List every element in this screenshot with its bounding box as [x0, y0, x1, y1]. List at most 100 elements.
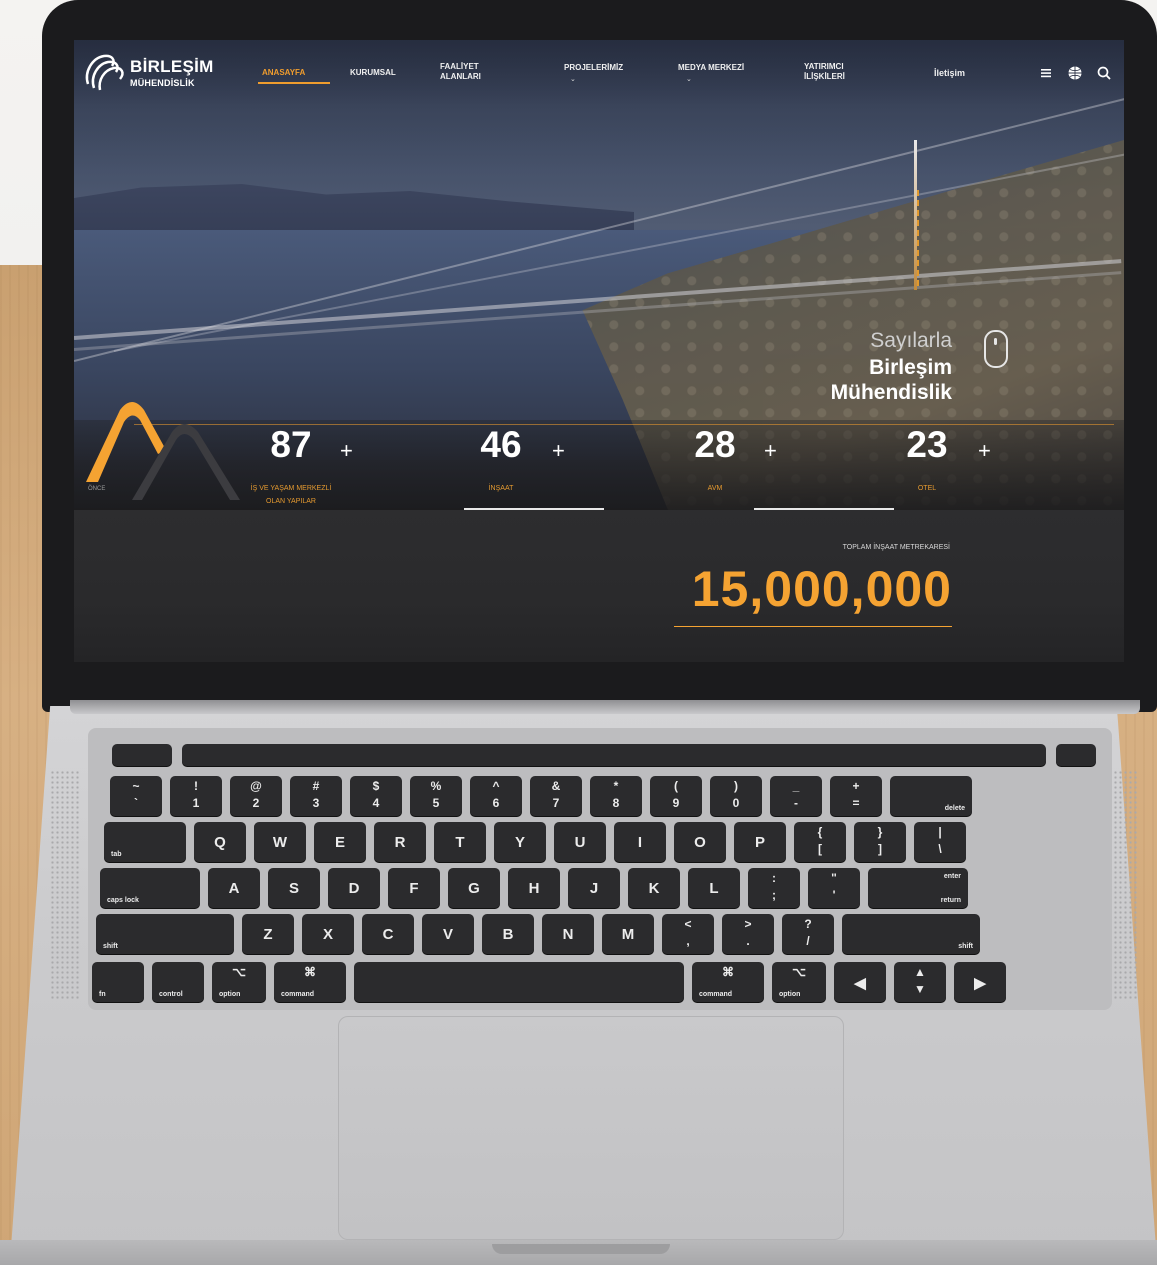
- key-escape[interactable]: [112, 744, 172, 766]
- stats-prev-label[interactable]: ÖNCE: [88, 486, 105, 492]
- keyboard-key[interactable]: " ': [808, 868, 860, 908]
- keyboard-key[interactable]: + =: [830, 776, 882, 816]
- keyboard-key[interactable]: ⌥ option: [212, 962, 266, 1002]
- keyboard-key[interactable]: ? /: [782, 914, 834, 954]
- hero-heading: Sayılarla Birleşim Mühendislik: [831, 328, 952, 404]
- key-label: option: [219, 991, 241, 998]
- touch-bar[interactable]: [182, 744, 1046, 766]
- keyboard-key[interactable]: >.: [722, 914, 774, 954]
- key-label: option: [779, 991, 801, 998]
- keyboard-key[interactable]: ▲ ▼: [894, 962, 946, 1002]
- keyboard-key[interactable]: B: [482, 914, 534, 954]
- keyboard-key[interactable]: I: [614, 822, 666, 862]
- keyboard-key[interactable]: :;: [748, 868, 800, 908]
- keyboard-key[interactable]: F: [388, 868, 440, 908]
- keyboard-key[interactable]: J: [568, 868, 620, 908]
- key-label: ': [832, 888, 836, 902]
- keyboard-key[interactable]: G: [448, 868, 500, 908]
- site-logo[interactable]: BİRLEŞİM MÜHENDİSLİK: [82, 48, 222, 98]
- keyboard-key[interactable]: A: [208, 868, 260, 908]
- key-label: 4: [372, 796, 380, 810]
- key-label: enter: [943, 873, 961, 880]
- keyboard-key[interactable]: V: [422, 914, 474, 954]
- keyboard-key[interactable]: Y: [494, 822, 546, 862]
- keyboard-key[interactable]: <,: [662, 914, 714, 954]
- keyboard-key[interactable]: (9: [650, 776, 702, 816]
- keyboard-key[interactable]: L: [688, 868, 740, 908]
- keyboard-key[interactable]: O: [674, 822, 726, 862]
- keyboard-key[interactable]: control: [152, 962, 204, 1002]
- key-label: A: [228, 880, 240, 897]
- nav-kurumsal[interactable]: KURUMSAL: [350, 68, 396, 78]
- keyboard-key[interactable]: C: [362, 914, 414, 954]
- keyboard-key[interactable]: fn: [92, 962, 144, 1002]
- keyboard-key[interactable]: ◀: [834, 962, 886, 1002]
- key-label: 9: [672, 796, 680, 810]
- key-label: ▼: [914, 982, 926, 996]
- keyboard-key[interactable]: ^ 6: [470, 776, 522, 816]
- trackpad[interactable]: [338, 1016, 844, 1240]
- keyboard-key[interactable]: #3: [290, 776, 342, 816]
- keyboard-key[interactable]: T: [434, 822, 486, 862]
- keyboard-key[interactable]: shift: [842, 914, 980, 954]
- speaker-grille: [50, 770, 80, 1000]
- keyboard-key[interactable]: M: [602, 914, 654, 954]
- keyboard-key[interactable]: return enter: [868, 868, 968, 908]
- keyboard-key[interactable]: N: [542, 914, 594, 954]
- keyboard-key[interactable]: $4: [350, 776, 402, 816]
- keyboard-key[interactable]: K: [628, 868, 680, 908]
- keyboard-key[interactable]: ~ `: [110, 776, 162, 816]
- key-touch-id[interactable]: [1056, 744, 1096, 766]
- keyboard-key[interactable]: caps lock: [100, 868, 200, 908]
- nav-anasayfa[interactable]: ANASAYFA: [262, 68, 305, 78]
- keyboard-key[interactable]: ⌘ command: [692, 962, 764, 1002]
- keyboard-key[interactable]: X: [302, 914, 354, 954]
- chevron-down-icon: ⌄: [570, 75, 576, 83]
- keyboard-key[interactable]: shift: [96, 914, 234, 954]
- keyboard-key[interactable]: * 8: [590, 776, 642, 816]
- nav-projelerimiz[interactable]: PROJELERİMİZ: [564, 63, 623, 73]
- stat-item: 46 + İNŞAAT: [416, 424, 586, 492]
- keyboard-key[interactable]: ! 1: [170, 776, 222, 816]
- keyboard-key[interactable]: H: [508, 868, 560, 908]
- globe-icon[interactable]: [1067, 65, 1083, 81]
- keyboard-key[interactable]: @2: [230, 776, 282, 816]
- keyboard-key[interactable]: ) 0: [710, 776, 762, 816]
- logo-subtitle: MÜHENDİSLİK: [130, 78, 195, 88]
- keyboard-key[interactable]: ⌥ option: [772, 962, 826, 1002]
- scroll-mouse-icon[interactable]: [984, 330, 1008, 368]
- nav-faaliyet-alanlari[interactable]: FAALİYET ALANLARI: [440, 62, 481, 82]
- keyboard-key[interactable]: tab: [104, 822, 186, 862]
- keyboard-key[interactable]: {[: [794, 822, 846, 862]
- nav-medya-merkezi[interactable]: MEDYA MERKEZİ: [678, 63, 744, 73]
- keyboard-key[interactable]: P: [734, 822, 786, 862]
- key-label: P: [754, 834, 765, 851]
- keyboard-key[interactable]: _ -: [770, 776, 822, 816]
- keyboard-key[interactable]: R: [374, 822, 426, 862]
- logo-mark-icon: [85, 54, 124, 91]
- keyboard-key[interactable]: U: [554, 822, 606, 862]
- keyboard-key[interactable]: D: [328, 868, 380, 908]
- keyboard-key[interactable]: E: [314, 822, 366, 862]
- keyboard-key[interactable]: [354, 962, 684, 1002]
- keyboard-key[interactable]: delete: [890, 776, 972, 816]
- nav-yatirimci-iliskileri[interactable]: YATIRIMCI İLİŞKİLERİ: [804, 62, 845, 82]
- keyboard-key[interactable]: ▶: [954, 962, 1006, 1002]
- keyboard-key[interactable]: % 5: [410, 776, 462, 816]
- keyboard-key[interactable]: Z: [242, 914, 294, 954]
- nav-iletisim[interactable]: İletişim: [934, 68, 965, 78]
- keyboard-key[interactable]: }]: [854, 822, 906, 862]
- key-label: {: [817, 825, 823, 839]
- hero-heading-line2: Birleşim: [869, 356, 952, 379]
- search-icon[interactable]: [1096, 65, 1112, 81]
- keyboard-key[interactable]: ⌘ command: [274, 962, 346, 1002]
- key-label: ⌥: [232, 965, 246, 979]
- key-label: +: [852, 779, 860, 793]
- keyboard-key[interactable]: | \: [914, 822, 966, 862]
- keyboard-key[interactable]: W: [254, 822, 306, 862]
- stat-item: 87 + İŞ VE YAŞAM MERKEZLİ OLAN YAPILAR: [206, 424, 376, 505]
- keyboard-key[interactable]: & 7: [530, 776, 582, 816]
- keyboard-key[interactable]: Q: [194, 822, 246, 862]
- keyboard-key[interactable]: S: [268, 868, 320, 908]
- menu-icon[interactable]: [1038, 65, 1054, 81]
